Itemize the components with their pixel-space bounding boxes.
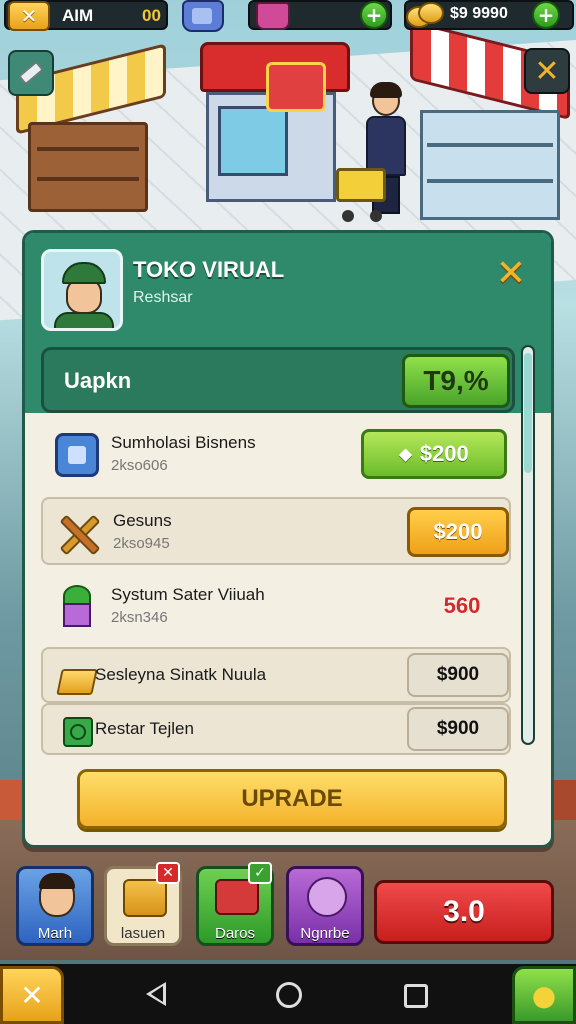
back-icon[interactable] <box>146 982 166 1006</box>
panel-title: TOKO VIRUAL <box>133 257 285 282</box>
center-kiosk[interactable] <box>200 42 350 202</box>
progress-label: Uapkn <box>64 368 132 393</box>
top-bar: ✕ AIM 00 + + $9 9990 <box>0 0 576 34</box>
toolbar-label: lasuen <box>120 925 166 942</box>
item-price[interactable]: 560 <box>417 581 507 631</box>
potted-plant-icon <box>55 585 99 629</box>
cup-icon[interactable] <box>182 0 224 32</box>
avatar <box>39 873 75 917</box>
shopper-hair <box>370 82 402 98</box>
player-pill: ✕ AIM 00 <box>4 0 168 31</box>
cart-wheel <box>370 210 382 222</box>
shopper-suit <box>366 116 406 176</box>
item-subtitle: 2kso945 <box>113 535 170 552</box>
avatar-cap <box>62 262 106 284</box>
close-scene-button[interactable]: ✕ <box>524 48 570 94</box>
corner-coin-button[interactable]: ● <box>512 966 576 1024</box>
list-item: Sesleyna Sinatk Nuula $900 <box>41 647 511 703</box>
list-item: Sumholasi Bisnens 2kso606 ⬥ $200 <box>41 421 511 489</box>
price-tag-icon: ⬥ <box>399 443 412 464</box>
shopping-bag-icon <box>256 2 290 30</box>
toolbar-item-main[interactable]: Marh <box>16 866 94 946</box>
toolbar-label: Marh <box>37 925 73 942</box>
toolbar-item-purple[interactable]: Ngnrbe <box>286 866 364 946</box>
menu-x-icon[interactable]: ✕ <box>8 1 50 31</box>
item-title: Systum Sater Viiuah <box>111 585 265 604</box>
buy-button[interactable]: $900 <box>407 653 509 697</box>
plant-pot <box>63 603 91 627</box>
red-box-icon <box>215 879 259 915</box>
close-icon[interactable]: ✕ <box>491 253 531 294</box>
scrollbar[interactable] <box>521 345 535 745</box>
grocery-shelves <box>420 110 560 220</box>
kiosk-window <box>218 106 288 176</box>
add-money-button[interactable]: + <box>532 1 560 29</box>
panel-header: TOKO VIRUAL Reshsar ✕ Uapkn T9,% <box>25 233 551 413</box>
item-title: Sesleyna Sinatk Nuula <box>95 665 267 684</box>
list-item: Systum Sater Viiuah 2ksn346 560 <box>41 573 511 641</box>
crossed-tools-icon <box>57 511 101 555</box>
close-badge-icon[interactable]: ✕ <box>156 862 180 884</box>
coins-icon <box>406 0 446 30</box>
buy-button[interactable]: $900 <box>407 707 509 751</box>
shopping-cart <box>336 168 388 222</box>
scrollbar-thumb[interactable] <box>524 353 532 473</box>
shop-shelf <box>28 122 148 212</box>
list-item: Gesuns 2kso945 $200 <box>41 497 511 565</box>
eraser-button[interactable] <box>8 50 54 96</box>
money-amount: $9 9990 <box>450 5 508 22</box>
buy-button[interactable]: $200 <box>407 507 509 557</box>
eraser-icon <box>17 60 45 86</box>
progress-value: T9,% <box>402 354 510 408</box>
upgrade-button[interactable]: UPRADE <box>77 769 507 829</box>
action-button[interactable]: 3.0 <box>374 880 554 944</box>
item-price: $200 <box>419 441 469 466</box>
cart-wheel <box>342 210 354 222</box>
add-gems-button[interactable]: + <box>360 1 388 29</box>
toolbar-label: Ngnrbe <box>300 925 350 942</box>
purple-ball-icon <box>307 877 347 917</box>
buy-button[interactable]: ⬥ $200 <box>361 429 507 479</box>
check-badge-icon: ✓ <box>248 862 272 884</box>
kiosk-sign <box>266 62 326 112</box>
blue-box-icon <box>55 433 99 477</box>
avatar-shirt <box>54 312 114 328</box>
recent-apps-icon[interactable] <box>404 984 428 1008</box>
panel-subtitle: Reshsar <box>133 289 193 306</box>
progress-row: Uapkn T9,% <box>41 347 515 413</box>
item-subtitle: 2ksn346 <box>111 609 168 626</box>
cart-basket <box>336 168 386 202</box>
briefcase-icon <box>123 879 167 917</box>
item-title: Gesuns <box>113 511 172 530</box>
item-title: Restar Tejlen <box>95 719 194 738</box>
item-title: Sumholasi Bisnens <box>111 433 256 452</box>
player-label: AIM <box>62 6 94 25</box>
player-value: 00 <box>142 6 161 25</box>
owner-avatar <box>41 249 123 331</box>
item-subtitle: 2kso606 <box>111 457 168 474</box>
toolbar-label: Daros <box>214 925 255 942</box>
home-icon[interactable] <box>276 982 302 1008</box>
corner-x-button[interactable]: ✕ <box>0 966 64 1024</box>
store-panel: TOKO VIRUAL Reshsar ✕ Uapkn T9,% Sumhola… <box>22 230 554 848</box>
list-item: Restar Tejlen $900 <box>41 703 511 755</box>
